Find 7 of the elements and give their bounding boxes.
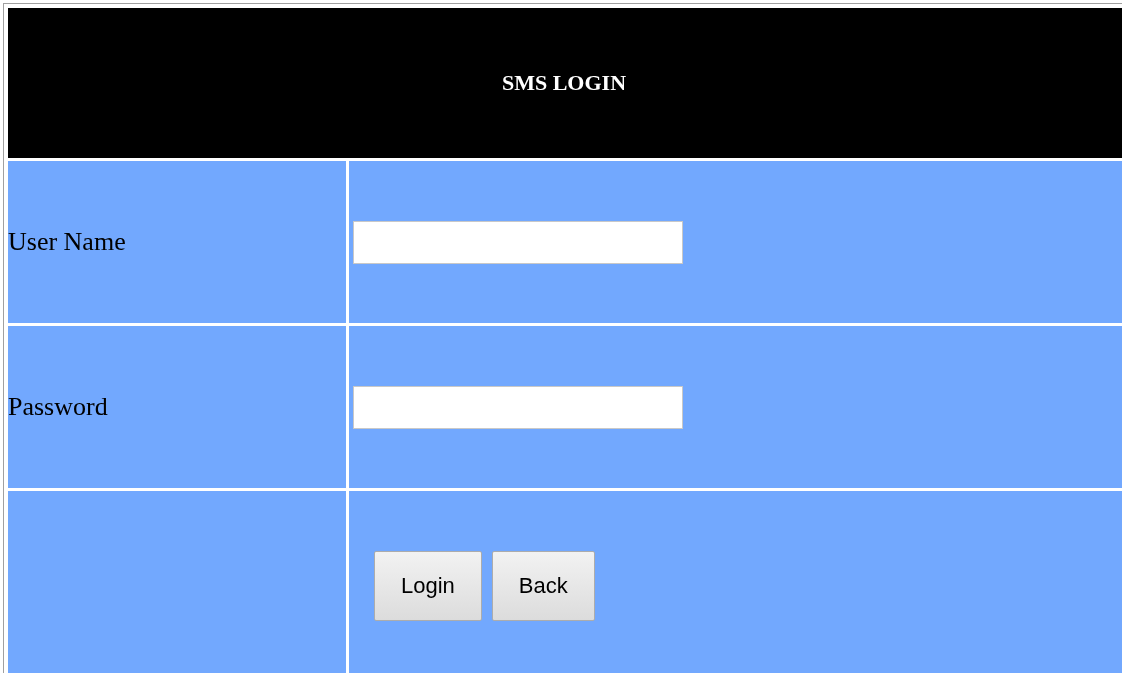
field-label: User Name	[8, 227, 126, 257]
input-field[interactable]	[353, 385, 683, 429]
back-button[interactable]: Back	[491, 551, 595, 621]
input-field[interactable]	[353, 220, 683, 264]
page-title: SMS LOGIN	[501, 70, 627, 96]
field-label: Password	[8, 392, 108, 422]
login-button[interactable]: Login	[374, 551, 482, 621]
